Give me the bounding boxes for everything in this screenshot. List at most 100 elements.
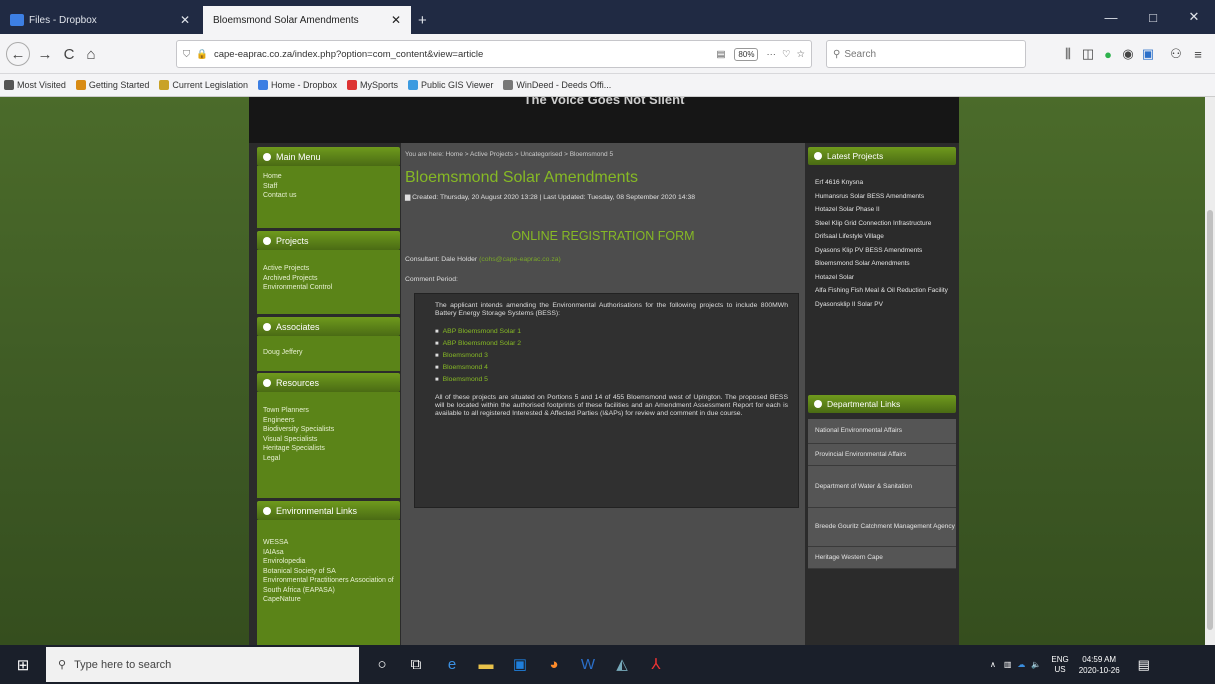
latest-project-link[interactable]: Drifsaal Lifestyle Village — [815, 233, 953, 242]
bookmark-item[interactable]: WinDeed - Deeds Offi... — [503, 80, 611, 90]
search-input[interactable]: ⚲ Search — [826, 40, 1026, 68]
latest-project-link[interactable]: Dyasons Klip PV BESS Amendments — [815, 247, 953, 256]
menu-link[interactable]: Engineers — [263, 416, 394, 426]
menu-link[interactable]: Legal — [263, 454, 394, 464]
menu-link[interactable]: Envirolopedia — [263, 557, 394, 567]
new-tab-button[interactable]: + — [413, 6, 437, 34]
latest-project-link[interactable]: Bloemsmond Solar Amendments — [815, 260, 953, 269]
latest-project-link[interactable]: Steel Klip Grid Connection Infrastructur… — [815, 220, 953, 229]
menu-link[interactable]: Contact us — [263, 191, 394, 201]
cloud-icon[interactable]: ☁ — [1017, 660, 1025, 669]
latest-project-link[interactable]: Hotazel Solar Phase II — [815, 206, 953, 215]
breadcrumb[interactable]: You are here: Home > Active Projects > U… — [405, 151, 613, 158]
extension-icon[interactable]: ◉ — [1120, 46, 1136, 62]
menu-link[interactable]: Biodiversity Specialists — [263, 425, 394, 435]
clock[interactable]: 04:59 AM 2020-10-26 — [1079, 654, 1120, 676]
zoom-level[interactable]: 80% — [734, 47, 759, 61]
reload-button[interactable]: C — [58, 43, 80, 65]
maximize-button[interactable]: □ — [1132, 0, 1174, 34]
menu-heading: Projects — [257, 231, 400, 250]
account-icon[interactable]: ⚇ — [1168, 46, 1184, 62]
bookmark-item[interactable]: Public GIS Viewer — [408, 80, 493, 90]
page-actions-icon[interactable]: ··· — [766, 49, 776, 60]
forward-button[interactable]: → — [34, 43, 56, 65]
bookmark-item[interactable]: MySports — [346, 80, 398, 90]
project-link[interactable]: Bloemsmond 3 — [435, 350, 788, 362]
close-window-button[interactable]: ✕ — [1173, 0, 1215, 34]
menu-link[interactable]: Doug Jeffery — [263, 348, 394, 358]
latest-project-link[interactable]: Humansrus Solar BESS Amendments — [815, 193, 953, 202]
back-button[interactable]: ← — [6, 42, 30, 66]
project-link[interactable]: Bloemsmond 5 — [435, 374, 788, 386]
volume-icon[interactable]: 🔈 — [1031, 660, 1041, 669]
latest-project-link[interactable]: Alfa Fishing Fish Meal & Oil Reduction F… — [815, 287, 953, 296]
menu-link[interactable]: Heritage Specialists — [263, 444, 394, 454]
extension-icon[interactable]: ▣ — [1140, 46, 1156, 62]
taskbar-search-input[interactable]: ⚲ Type here to search — [46, 647, 359, 682]
menu-link[interactable]: Environmental Practitioners Association … — [263, 576, 394, 595]
menu-link[interactable]: Town Planners — [263, 406, 394, 416]
library-icon[interactable]: ⫼ — [1060, 46, 1076, 62]
task-view-icon[interactable]: ⧉ — [404, 653, 428, 675]
acrobat-icon[interactable]: ⅄ — [644, 653, 668, 675]
word-icon[interactable]: W — [576, 653, 600, 675]
pocket-icon[interactable]: ♡ — [782, 49, 791, 60]
shield-icon[interactable]: ⛉ — [183, 49, 190, 60]
outlook-icon[interactable]: ▣ — [508, 653, 532, 675]
extension-icon[interactable]: ● — [1100, 46, 1116, 62]
project-link[interactable]: ABP Bloemsmond Solar 1 — [435, 326, 788, 338]
menu-icon[interactable]: ≡ — [1190, 46, 1206, 62]
notification-icon[interactable]: ▤ — [1138, 657, 1150, 673]
url-bar[interactable]: ⛉ 🔒 cape-eaprac.co.za/index.php?option=c… — [176, 40, 812, 68]
menu-link[interactable]: IAIAsa — [263, 548, 394, 558]
chevron-up-icon[interactable]: ∧ — [990, 660, 996, 669]
cortana-icon[interactable]: ○ — [370, 653, 394, 675]
home-button[interactable]: ⌂ — [80, 43, 102, 65]
windows-start-icon[interactable]: ⊞ — [0, 645, 46, 684]
tab-files-dropbox[interactable]: Files - Dropbox ✕ — [0, 6, 200, 34]
language-indicator[interactable]: ENG US — [1051, 655, 1068, 675]
url-text[interactable]: cape-eaprac.co.za/index.php?option=com_c… — [214, 49, 712, 60]
menu-link[interactable]: WESSA — [263, 538, 394, 548]
menu-link[interactable]: Archived Projects — [263, 274, 394, 284]
menu-link[interactable]: Active Projects — [263, 264, 394, 274]
menu-link[interactable]: Staff — [263, 182, 394, 192]
registration-form-heading[interactable]: ONLINE REGISTRATION FORM — [401, 229, 805, 243]
consultant-email-link[interactable]: (cohs@cape-eaprac.co.za) — [479, 256, 561, 263]
scrollbar-thumb[interactable] — [1207, 210, 1213, 630]
close-icon[interactable]: ✕ — [391, 13, 401, 27]
dept-link[interactable]: National Environmental Affairs — [808, 419, 956, 444]
dept-link[interactable]: Department of Water & Sanitation — [808, 466, 956, 508]
dept-link[interactable]: Heritage Western Cape — [808, 547, 956, 569]
menu-link[interactable]: Botanical Society of SA — [263, 567, 394, 577]
dept-link[interactable]: Provincial Environmental Affairs — [808, 444, 956, 466]
menu-link[interactable]: Home — [263, 172, 394, 182]
bookmark-star-icon[interactable]: ☆ — [796, 49, 805, 60]
tab-bloemsmond[interactable]: Bloemsmond Solar Amendments ✕ — [203, 6, 411, 34]
firefox-icon[interactable]: ◕ — [542, 653, 566, 675]
lock-icon[interactable]: 🔒 — [196, 49, 208, 60]
bookmark-item[interactable]: Current Legislation — [159, 80, 248, 90]
latest-projects-list: Erf 4616 Knysna Humansrus Solar BESS Ame… — [815, 179, 953, 314]
bookmark-item[interactable]: Home - Dropbox — [257, 80, 337, 90]
edge-icon[interactable]: e — [440, 653, 464, 675]
latest-project-link[interactable]: Dyasonsklip II Solar PV — [815, 301, 953, 310]
project-link[interactable]: ABP Bloemsmond Solar 2 — [435, 338, 788, 350]
reader-view-icon[interactable]: ▤ — [716, 49, 725, 60]
dept-link[interactable]: Breede Gouritz Catchment Management Agen… — [808, 508, 956, 547]
latest-project-link[interactable]: Erf 4616 Knysna — [815, 179, 953, 188]
menu-link[interactable]: Environmental Control — [263, 283, 394, 293]
app-icon[interactable]: ◭ — [610, 653, 634, 675]
menu-link[interactable]: CapeNature — [263, 595, 394, 605]
network-icon[interactable]: ▥ — [1004, 660, 1012, 669]
bookmark-item[interactable]: Getting Started — [75, 80, 149, 90]
project-link[interactable]: Bloemsmond 4 — [435, 362, 788, 374]
sidebar-icon[interactable]: ◫ — [1080, 46, 1096, 62]
latest-project-link[interactable]: Hotazel Solar — [815, 274, 953, 283]
bookmark-icon — [4, 80, 14, 90]
close-icon[interactable]: ✕ — [180, 13, 190, 27]
minimize-button[interactable]: — — [1090, 0, 1132, 34]
menu-link[interactable]: Visual Specialists — [263, 435, 394, 445]
bookmark-item[interactable]: Most Visited — [4, 80, 66, 90]
file-explorer-icon[interactable]: ▬ — [474, 653, 498, 675]
